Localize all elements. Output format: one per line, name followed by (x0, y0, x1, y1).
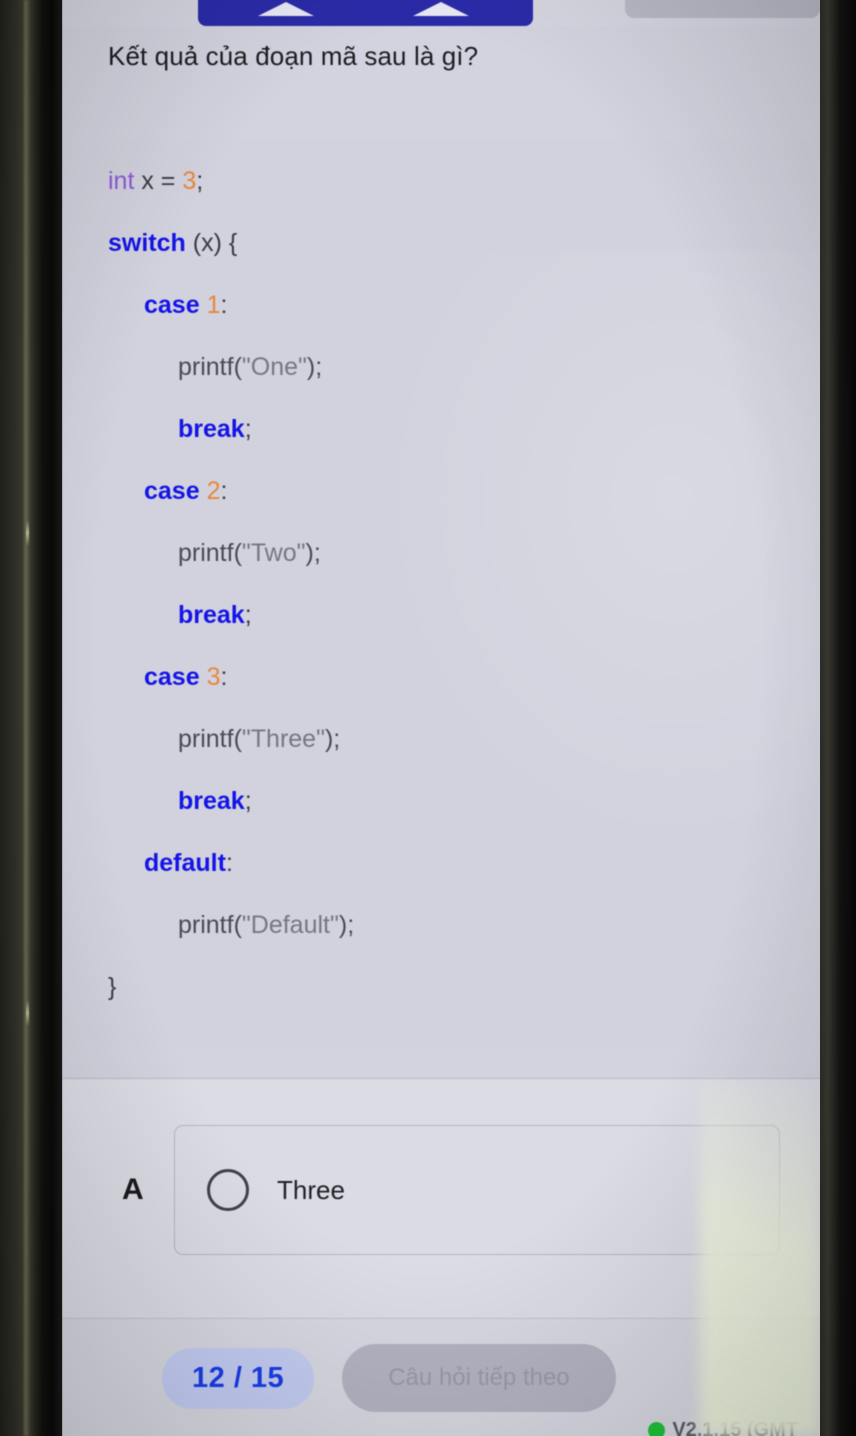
code-token-kw: switch (108, 229, 186, 257)
code-token-punc: (x) { (185, 229, 238, 257)
code-token-punc: : (225, 849, 233, 877)
code-snippet: int x = 3; switch (x) {case 1: printf("One… (62, 140, 820, 1042)
phone-photo: Kết quả của đoạn mã sau là gì? int x = 3… (0, 0, 856, 1436)
code-token-punc: ; (196, 167, 204, 195)
upload-icon-secondary (413, 2, 469, 16)
code-token-punc: ; (244, 787, 252, 815)
code-line: printf("Default"); (108, 894, 820, 956)
code-token-fn: printf( (178, 911, 242, 939)
code-token-kw: break (178, 601, 245, 629)
code-token-punc: } (108, 973, 117, 1001)
question-title: Kết quả của đoạn mã sau là gì? (108, 41, 479, 71)
phone-screen: Kết quả của đoạn mã sau là gì? int x = 3… (62, 0, 820, 1436)
code-token-punc: : (220, 663, 228, 691)
code-token-num: 2 (206, 477, 221, 505)
code-token-kw: case (144, 477, 207, 505)
code-token-kw: break (178, 787, 245, 815)
progress-badge: 12 / 15 (162, 1347, 315, 1409)
answer-options-list: A Three (62, 1125, 820, 1255)
code-token-num: 1 (206, 291, 221, 319)
answer-option-a[interactable]: Three (174, 1125, 780, 1255)
code-line: } (108, 956, 820, 1018)
code-line: switch (x) { (108, 212, 820, 274)
code-line: break; (108, 398, 820, 460)
code-line: case 1: (108, 274, 820, 336)
app-top-bar (62, 0, 820, 26)
code-token-str: "Default" (241, 911, 339, 939)
code-token-kw: case (144, 291, 207, 319)
code-line: printf("One"); (108, 336, 820, 398)
code-token-fn: ); (338, 911, 355, 939)
code-token-fn: ); (306, 353, 323, 381)
code-token-kw-type: int (108, 167, 142, 195)
code-line: break; (108, 770, 820, 832)
code-token-fn: ); (305, 539, 321, 567)
code-line: default: (108, 832, 820, 894)
code-token-punc: x = (141, 167, 183, 195)
code-token-fn: printf( (178, 725, 242, 753)
code-token-fn: printf( (178, 539, 242, 567)
answer-letter: A (122, 1173, 144, 1206)
code-line: case 2: (108, 460, 820, 522)
status-dot-icon (648, 1422, 666, 1436)
bottom-bar: 12 / 15 Câu hỏi tiếp theo V2.1.15 (GMT (62, 1320, 820, 1436)
code-line: break; (108, 584, 820, 646)
code-token-str: "One" (241, 353, 307, 381)
code-line: case 3: (108, 646, 820, 708)
answer-row: A Three (62, 1125, 820, 1255)
app-version-label: V2.1.15 (GMT (648, 1419, 798, 1436)
top-bar-secondary-button[interactable] (625, 0, 820, 18)
code-token-punc: : (220, 291, 228, 319)
bottom-bar-divider (62, 1318, 820, 1319)
radio-button-icon[interactable] (207, 1169, 249, 1211)
upload-icon (258, 2, 314, 16)
phone-left-bezel (0, 0, 62, 1436)
version-text: V2.1.15 (GMT (672, 1419, 798, 1436)
code-token-punc: ; (244, 601, 252, 629)
phone-right-bezel (820, 0, 856, 1436)
code-token-num: 3 (206, 663, 221, 691)
answer-label: Three (277, 1174, 345, 1205)
code-token-num: 3 (182, 167, 197, 195)
code-line: int x = 3; (108, 150, 820, 212)
code-line: printf("Three"); (108, 708, 820, 770)
code-token-fn: printf( (178, 353, 242, 381)
code-token-kw: break (178, 415, 245, 443)
code-token-str: "Three" (241, 725, 325, 753)
code-token-punc: ; (244, 415, 252, 443)
code-token-fn: ); (324, 725, 341, 753)
code-line: printf("Two"); (108, 522, 820, 584)
top-bar-primary-button[interactable] (198, 0, 533, 26)
next-question-button[interactable]: Câu hỏi tiếp theo (342, 1344, 616, 1412)
code-token-kw: default (144, 849, 226, 877)
code-token-str: "Two" (241, 539, 306, 567)
code-token-punc: : (220, 477, 228, 505)
code-token-kw: case (144, 663, 207, 691)
